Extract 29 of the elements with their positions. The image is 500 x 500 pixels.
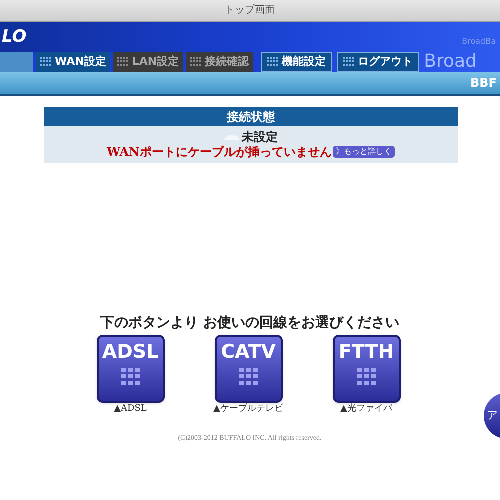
line-type-button[interactable]: CATV <box>214 335 282 403</box>
brand-text: BroadBa <box>462 36 496 48</box>
prompt-text: 下のボタンより お使いの回線をお選びください <box>100 314 400 333</box>
status-state: 未設定 <box>242 130 278 144</box>
keypad-icon <box>238 368 258 386</box>
grid-icon <box>343 57 356 67</box>
line-caption: ▲ADSL <box>114 403 147 416</box>
status-title: 接続状態 <box>227 108 275 126</box>
line-caption: ▲光ファイバ <box>340 403 392 416</box>
status-message: WANポートにケーブルが挿っていません <box>107 144 332 160</box>
keypad-icon <box>120 368 140 386</box>
brand-name: Broad <box>424 53 477 71</box>
grid-icon <box>40 57 52 67</box>
line-caption: ▲ケーブルテレビ <box>214 403 284 416</box>
window-title: トップ画面 <box>225 4 275 18</box>
grid-icon <box>267 57 280 67</box>
details-button[interactable]: 》もっと詳しく <box>333 146 395 158</box>
grid-icon <box>190 57 202 67</box>
grid-icon <box>117 57 130 67</box>
line-type-button[interactable]: FTTH <box>332 335 400 403</box>
nav-tab[interactable] <box>0 52 36 72</box>
nav-tab[interactable]: ログアウト <box>337 52 420 72</box>
keypad-icon <box>356 368 376 386</box>
side-button[interactable]: ア <box>484 393 500 439</box>
model-text: BBF <box>470 75 497 92</box>
nav-tab[interactable]: WAN設定 <box>36 52 114 72</box>
logo-text: LO <box>2 29 27 46</box>
nav-tab[interactable]: 機能設定 <box>261 52 332 72</box>
line-type-button[interactable]: ADSL <box>96 335 164 403</box>
